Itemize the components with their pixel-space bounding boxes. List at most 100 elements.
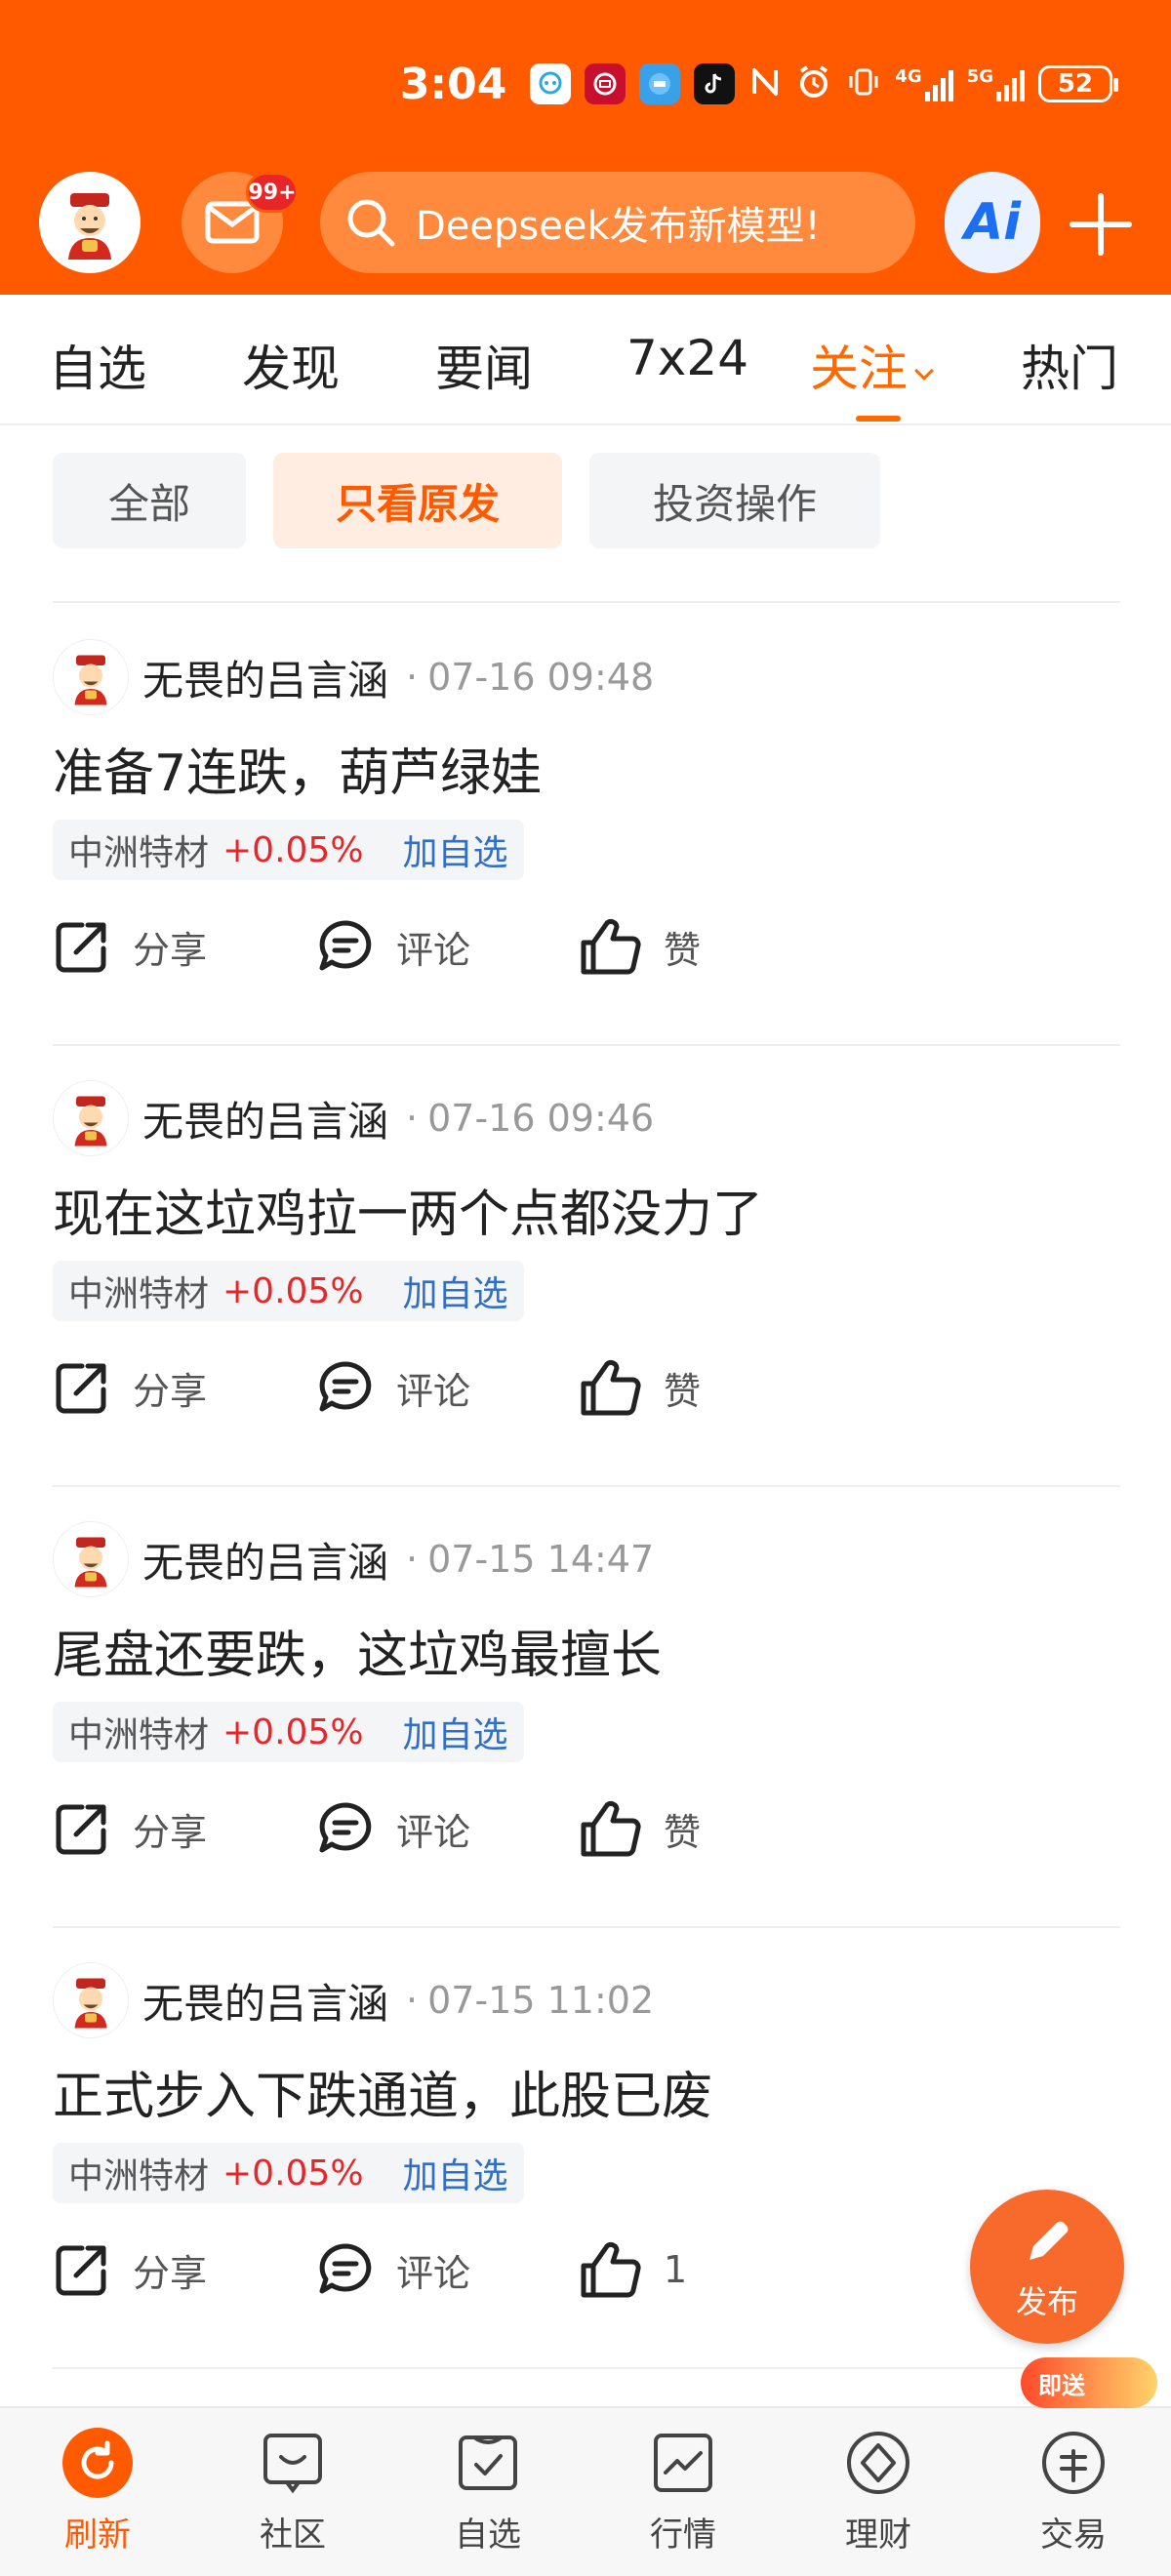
stock-tag[interactable]: 中洲特材 +0.05% 加自选	[53, 820, 524, 880]
stock-change: +0.05%	[222, 829, 364, 870]
like-button[interactable]: 1	[580, 2231, 687, 2309]
signal-5g-icon: 5G	[967, 66, 1025, 101]
app-screen: { "status_bar": { "time": "3:04", "netwo…	[0, 0, 1171, 2576]
post-item[interactable]: 无畏的吕言涵 · 07-16 09:46 现在这垃鸡拉一两个点都没力了 中洲特材 …	[53, 1044, 1120, 1485]
ai-assistant-button[interactable]: Ai	[945, 172, 1040, 273]
tiktok-icon	[694, 63, 736, 104]
tab-discover[interactable]: 发现	[242, 330, 340, 400]
post-title[interactable]: 现在这垃鸡拉一两个点都没力了	[53, 1173, 763, 1246]
tab-watchlist[interactable]: 自选	[49, 330, 146, 400]
nav-trade[interactable]: 交易	[995, 2428, 1151, 2556]
comment-icon	[319, 1361, 372, 1412]
stock-name: 中洲特材	[68, 1715, 210, 1755]
author-avatar[interactable]	[53, 1521, 129, 1597]
bottom-nav: 刷新 社区 自选 行情 理财 交易	[0, 2406, 1171, 2576]
post-title[interactable]: 正式步入下跌通道，此股已废	[53, 2055, 712, 2128]
nfc-icon	[748, 64, 782, 103]
nav-label: 自选	[455, 2516, 521, 2555]
share-button[interactable]: 分享	[53, 907, 207, 986]
comment-icon	[319, 1802, 372, 1853]
stock-name: 中洲特材	[68, 1274, 210, 1314]
add-watchlist-link[interactable]: 加自选	[403, 2148, 508, 2198]
comment-button[interactable]: 评论	[316, 1790, 470, 1868]
author-name[interactable]: 无畏的吕言涵	[142, 648, 388, 707]
pencil-icon	[1030, 2221, 1069, 2260]
author-name[interactable]: 无畏的吕言涵	[142, 1971, 388, 2031]
comment-icon	[319, 920, 372, 971]
nav-label: 交易	[1040, 2516, 1107, 2555]
like-button[interactable]: 赞	[580, 907, 701, 986]
comment-button[interactable]: 评论	[316, 907, 470, 986]
tab-headlines[interactable]: 要闻	[435, 330, 533, 400]
vibrate-icon	[846, 64, 881, 103]
promo-badge[interactable]: 即送	[1021, 2357, 1157, 2408]
post-time: · 07-16 09:46	[406, 1097, 655, 1140]
nav-label: 行情	[650, 2516, 716, 2555]
god-of-wealth-icon	[74, 1096, 107, 1147]
filter-original-only[interactable]: 只看原发	[273, 453, 562, 548]
signal-4g-icon: 4G	[895, 66, 953, 101]
comment-label: 评论	[396, 1810, 471, 1854]
post-item[interactable]: 无畏的吕言涵 · 07-15 11:02 正式步入下跌通道，此股已废 中洲特材 +…	[53, 1926, 1120, 2367]
like-label: 赞	[664, 1810, 702, 1854]
add-watchlist-link[interactable]: 加自选	[403, 1266, 508, 1316]
post-header: 无畏的吕言涵 · 07-15 14:47	[53, 1520, 654, 1598]
nav-market[interactable]: 行情	[605, 2428, 761, 2556]
share-button[interactable]: 分享	[53, 1348, 207, 1427]
refresh-icon	[62, 2428, 133, 2498]
thumbs-up-icon	[581, 1359, 641, 1416]
market-icon	[654, 2434, 712, 2492]
mail-icon	[205, 201, 260, 244]
top-header: 3:04 4G 5G 52 99+ Deepseek发布新模型! Ai	[0, 0, 1171, 295]
author-name[interactable]: 无畏的吕言涵	[142, 1089, 388, 1148]
nav-finance[interactable]: 理财	[800, 2428, 956, 2556]
author-name[interactable]: 无畏的吕言涵	[142, 1530, 388, 1590]
chevron-down-icon	[914, 361, 934, 381]
tab-7x24[interactable]: 7x24	[626, 330, 748, 386]
author-avatar[interactable]	[53, 1080, 129, 1156]
share-label: 分享	[133, 1369, 208, 1413]
god-of-wealth-icon	[74, 655, 107, 705]
search-icon	[347, 199, 395, 247]
post-actions: 分享 评论 1	[53, 2231, 736, 2309]
chat-app-icon	[530, 63, 572, 104]
post-title[interactable]: 准备7连跌，葫芦绿娃	[53, 732, 542, 805]
comment-button[interactable]: 评论	[316, 2231, 470, 2309]
post-title[interactable]: 尾盘还要跌，这垃鸡最擅长	[53, 1614, 662, 1687]
author-avatar[interactable]	[53, 639, 129, 715]
filter-investment-ops[interactable]: 投资操作	[589, 453, 880, 548]
like-button[interactable]: 赞	[580, 1790, 701, 1868]
share-button[interactable]: 分享	[53, 1790, 207, 1868]
message-count-badge: 99+	[246, 172, 299, 213]
post-item[interactable]: 无畏的吕言涵 · 07-16 09:48 准备7连跌，葫芦绿娃 中洲特材 +0.0…	[53, 603, 1120, 1044]
thumbs-up-icon	[581, 2241, 641, 2298]
add-watchlist-link[interactable]: 加自选	[403, 825, 508, 875]
post-header: 无畏的吕言涵 · 07-16 09:48	[53, 638, 654, 716]
share-button[interactable]: 分享	[53, 2231, 207, 2309]
active-tab-indicator	[856, 416, 901, 422]
post-time-value: 07-16 09:46	[427, 1097, 655, 1140]
add-watchlist-link[interactable]: 加自选	[403, 1707, 508, 1757]
filter-all[interactable]: 全部	[53, 453, 246, 548]
stock-tag[interactable]: 中洲特材 +0.05% 加自选	[53, 2143, 524, 2203]
publish-button[interactable]: 发布	[970, 2190, 1124, 2344]
post-item[interactable]: 无畏的吕言涵 · 07-15 14:47 尾盘还要跌，这垃鸡最擅长 中洲特材 +0…	[53, 1485, 1120, 1926]
tab-following[interactable]: 关注	[810, 330, 934, 400]
like-button[interactable]: 赞	[580, 1348, 701, 1427]
god-of-wealth-icon	[74, 1978, 107, 2029]
user-avatar[interactable]	[39, 172, 141, 273]
author-avatar[interactable]	[53, 1962, 129, 2038]
tab-hot[interactable]: 热门	[1021, 330, 1118, 400]
stock-tag[interactable]: 中洲特材 +0.05% 加自选	[53, 1702, 524, 1762]
comment-button[interactable]: 评论	[316, 1348, 470, 1427]
search-bar[interactable]: Deepseek发布新模型!	[320, 172, 915, 273]
nav-community[interactable]: 社区	[215, 2428, 371, 2556]
add-icon[interactable]	[1070, 193, 1132, 256]
share-icon	[56, 1363, 106, 1414]
post-actions: 分享 评论 赞	[53, 907, 736, 986]
share-label: 分享	[133, 1810, 208, 1854]
nav-refresh[interactable]: 刷新	[20, 2428, 176, 2556]
stock-tag[interactable]: 中洲特材 +0.05% 加自选	[53, 1261, 524, 1321]
tab-following-label: 关注	[810, 341, 908, 397]
nav-watchlist[interactable]: 自选	[410, 2428, 566, 2556]
